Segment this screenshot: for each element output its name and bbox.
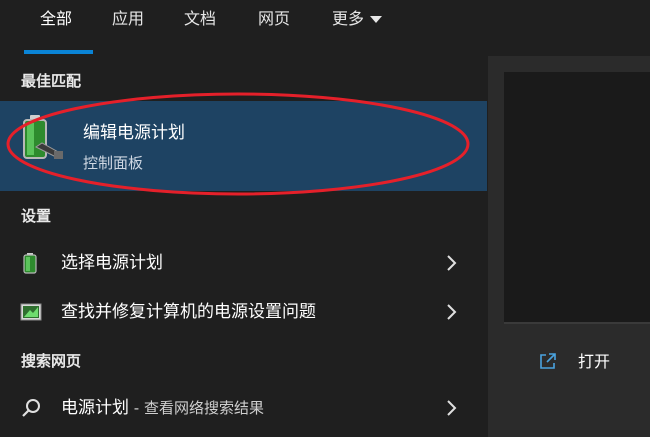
- tab-more[interactable]: 更多: [332, 6, 383, 32]
- chevron-right-icon: [447, 400, 457, 416]
- web-search-text: 电源计划 - 查看网络搜索结果: [61, 386, 264, 430]
- tab-more-label: 更多: [332, 9, 365, 28]
- best-match-title: 编辑电源计划: [83, 123, 185, 143]
- best-match-subtitle: 控制面板: [83, 154, 144, 172]
- chevron-right-icon: [447, 304, 457, 320]
- search-icon: [22, 399, 40, 417]
- search-tabs: 全部 应用 文档 网页 更多: [0, 0, 650, 56]
- battery-icon: [23, 115, 63, 159]
- settings-item-label: 选择电源计划: [61, 253, 163, 273]
- tab-apps[interactable]: 应用: [112, 6, 144, 32]
- open-button-label: 打开: [578, 352, 611, 371]
- active-tab-indicator: [24, 50, 93, 54]
- troubleshoot-icon: [20, 303, 42, 321]
- web-search-item[interactable]: 电源计划 - 查看网络搜索结果: [0, 386, 487, 430]
- web-search-query: 电源计划: [61, 398, 129, 418]
- settings-item-label: 查找并修复计算机的电源设置问题: [61, 302, 316, 322]
- tab-web[interactable]: 网页: [258, 6, 290, 32]
- settings-item-troubleshoot-power[interactable]: 查找并修复计算机的电源设置问题: [0, 290, 487, 334]
- settings-heading: 设置: [21, 207, 52, 225]
- open-button[interactable]: 打开: [530, 342, 640, 382]
- battery-icon: [23, 253, 37, 274]
- preview-divider: [504, 322, 650, 324]
- chevron-right-icon: [447, 255, 457, 271]
- tab-all[interactable]: 全部: [40, 6, 72, 32]
- web-search-suffix: - 查看网络搜索结果: [129, 399, 264, 417]
- tab-documents[interactable]: 文档: [184, 6, 216, 32]
- best-match-item[interactable]: [0, 101, 487, 191]
- best-match-heading: 最佳匹配: [21, 72, 82, 90]
- open-external-icon: [540, 353, 556, 369]
- chevron-down-icon: [370, 16, 383, 23]
- preview-area: [504, 72, 650, 322]
- settings-item-choose-power-plan[interactable]: 选择电源计划: [0, 241, 487, 285]
- web-search-heading: 搜索网页: [21, 352, 82, 370]
